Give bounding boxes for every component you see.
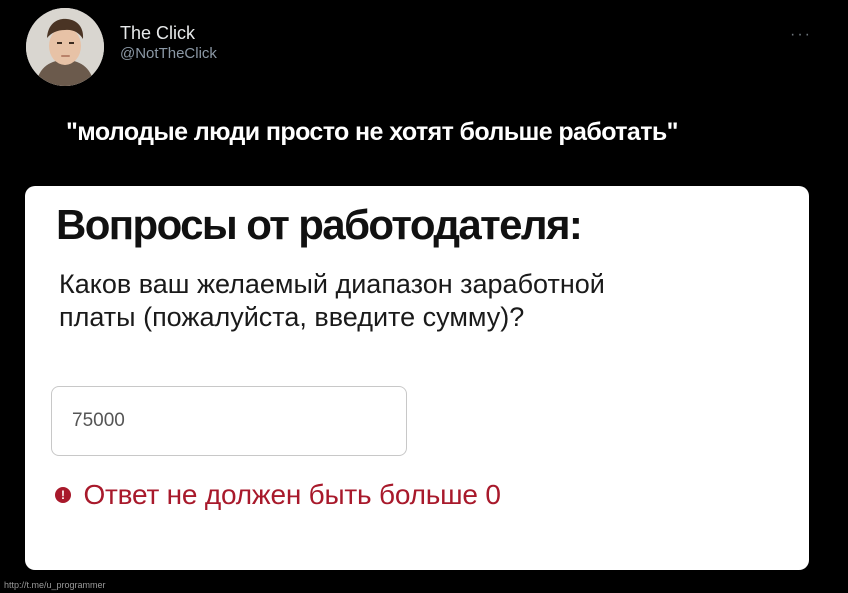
author-block: The Click @NotTheClick	[120, 22, 217, 64]
tweet-header: The Click @NotTheClick ···	[24, 8, 824, 88]
user-handle[interactable]: @NotTheClick	[120, 44, 217, 64]
error-text: Ответ не должен быть больше 0	[83, 479, 501, 510]
card-title: Вопросы от работодателя:	[56, 201, 583, 248]
watermark: http://t.me/u_programmer	[4, 580, 106, 590]
avatar-image	[26, 8, 104, 86]
screenshot-card: Вопросы от работодателя: Каков ваш желае…	[25, 186, 809, 570]
more-dots-icon[interactable]: ···	[790, 26, 812, 44]
salary-input[interactable]	[51, 386, 407, 456]
avatar[interactable]	[26, 8, 104, 86]
question-text: Каков ваш желаемый диапазон заработной п…	[59, 269, 605, 332]
error-message: ! Ответ не должен быть больше 0	[55, 479, 501, 513]
tweet-text: "молодые люди просто не хотят больше раб…	[66, 118, 678, 146]
display-name[interactable]: The Click	[120, 22, 217, 44]
alert-circle-icon: !	[55, 487, 71, 503]
